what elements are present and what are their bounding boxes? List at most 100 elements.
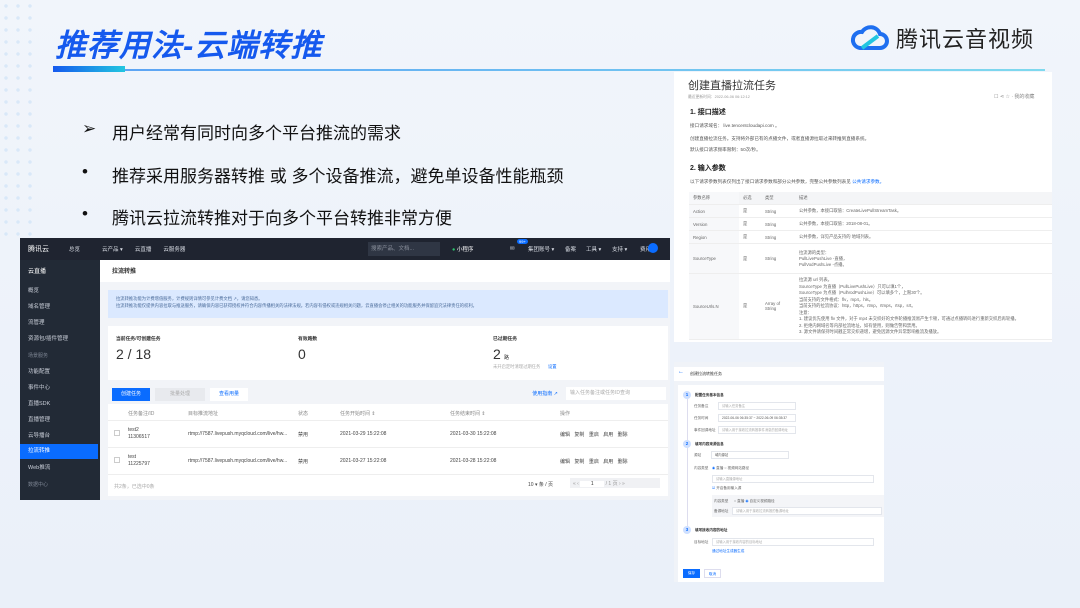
- stat-label: 当前任务/可创建任务: [116, 337, 161, 342]
- title-divider-accent: [53, 66, 125, 72]
- stat-note: 未开启定时清理过期任务: [493, 364, 541, 369]
- api-doc-screenshot: 创建直播拉流任务 最近更新时间：2022-06-06 06:12:12 ☐ ⋖ …: [674, 72, 1052, 342]
- column-header: 操作: [560, 411, 571, 417]
- sidebar-item[interactable]: 云导播台: [28, 431, 50, 439]
- row-checkbox[interactable]: [114, 430, 120, 436]
- column-header: 任务备注/ID: [128, 411, 155, 417]
- form-title: 创建拉流转推任务: [690, 371, 722, 376]
- table-row: Action 是 String 公共参数，本接口取值：CreateLivePullSt…: [689, 204, 1052, 218]
- sidebar-item[interactable]: 概览: [28, 286, 39, 294]
- nav-account[interactable]: 集团账号 ▾: [528, 245, 554, 253]
- console-screenshot: 腾讯云 总览 云产品 ▾ 云直播 云服务器 搜索产品、文档... ● 小程序 9…: [20, 238, 670, 500]
- sidebar-item[interactable]: 直播管理: [28, 415, 50, 423]
- avatar[interactable]: [648, 243, 658, 253]
- stat-value: 0: [298, 346, 306, 362]
- address-generator-link[interactable]: 通过地址生成器生成: [712, 549, 744, 554]
- task-search-input[interactable]: 输入任务备注或任务ID查询: [566, 387, 666, 400]
- sidebar-item[interactable]: 直播SDK: [28, 399, 50, 407]
- sidebar-item[interactable]: 流管理: [28, 318, 45, 326]
- settings-link[interactable]: 设置: [548, 364, 557, 370]
- nav-cvm[interactable]: 云服务器: [163, 245, 185, 253]
- guide-link[interactable]: 使用指南 ↗: [530, 388, 560, 401]
- backup-checkbox[interactable]: ☑ 开启备用输入源: [712, 486, 741, 491]
- brand-logo: 腾讯云音视频: [850, 22, 1034, 54]
- stat-label: 已过期任务: [493, 337, 517, 342]
- message-badge: 99+: [517, 239, 528, 244]
- row-checkbox[interactable]: [114, 457, 120, 463]
- bullet-1: ➢ 用户经常有同时向多个平台推流的需求: [82, 119, 401, 143]
- stat-unit: 路: [504, 355, 510, 361]
- doc-title: 创建直播拉流任务: [688, 80, 776, 92]
- cancel-button[interactable]: 取消: [704, 569, 721, 578]
- page-size-select[interactable]: 10 ▾ 条 / 页: [528, 481, 553, 488]
- target-addr-input[interactable]: 请输入用于接收内容的目标地址: [712, 538, 874, 546]
- nav-home[interactable]: 总览: [69, 245, 80, 253]
- slide-title: 推荐用法-云端转推: [55, 28, 323, 63]
- stat-label: 有效路数: [298, 337, 318, 342]
- sidebar-item[interactable]: 功能配置: [28, 367, 50, 375]
- sidebar-item-active[interactable]: 拉流转推: [20, 444, 98, 459]
- doc-updated: 最近更新时间：2022-06-06 06:12:12: [688, 95, 750, 99]
- nav-mini[interactable]: ● 小程序: [452, 245, 473, 253]
- content-type-radio-2[interactable]: ○ 直播 ◉ 自定义视频路径: [734, 499, 775, 504]
- sidebar-item[interactable]: 域名管理: [28, 302, 50, 310]
- table-row: test2 11306517 rtmp://7587.livepush.myqc…: [108, 420, 668, 447]
- nav-products[interactable]: 云产品 ▾: [102, 245, 123, 253]
- sidebar: 云直播 概览 域名管理 流管理 资源包/插件管理 场景服务 功能配置 事件中心 …: [20, 260, 100, 500]
- nav-search[interactable]: 搜索产品、文档...: [368, 242, 440, 256]
- nav-record[interactable]: 备案: [565, 245, 576, 253]
- bullet-2: • 推荐采用服务器转推 或 多个设备推流，避免单设备性能瓶颈: [82, 162, 564, 186]
- stats-card: 当前任务/可创建任务 2 / 18 有效路数 0 已过期任务 2 路 未开启定时…: [108, 326, 668, 380]
- back-icon[interactable]: ←: [678, 369, 684, 375]
- status-badge: 禁用: [298, 459, 309, 465]
- sidebar-title: 云直播: [28, 269, 47, 275]
- callback-input[interactable]: 请输入用于接收拉流转推事件消息的回调地址: [718, 426, 796, 434]
- submit-button[interactable]: 保存: [683, 569, 700, 578]
- table-row: test 11225797 rtmp://7587.livepush.myqcl…: [108, 447, 668, 474]
- time-range-input[interactable]: 2022-06-06 06:35:37 ~ 2022-06-09 06:35:3…: [718, 414, 796, 422]
- console-brand: 腾讯云: [28, 246, 49, 253]
- title-divider: [53, 69, 1045, 71]
- source-url-input[interactable]: 请输入直播源地址: [712, 475, 874, 483]
- pagination[interactable]: « ‹ 1 / 1 页 › »: [570, 478, 660, 488]
- view-usage-button[interactable]: 查看用量: [210, 388, 248, 401]
- stat-value: 2 / 18: [116, 346, 152, 362]
- sidebar-item[interactable]: 资源包/插件管理: [28, 334, 68, 342]
- decorative-dots: [0, 0, 40, 240]
- doc-actions[interactable]: ☐ ⋖ ☆ · 我的收藏: [994, 93, 1034, 100]
- mail-icon[interactable]: ✉: [510, 246, 515, 252]
- sidebar-item[interactable]: 事件中心: [28, 383, 50, 391]
- source-select[interactable]: 域内源站: [711, 451, 789, 459]
- bullet-3: • 腾讯云拉流转推对于向多个平台转推非常方便: [82, 204, 452, 228]
- create-task-form-screenshot: ← 创建拉流转推任务 1 配置任务基本信息 任务备注 请输入任务备注 任务时间 202…: [674, 362, 884, 582]
- table-footer: 共2条，已选中0条 10 ▾ 条 / 页 « ‹ 1 / 1 页 › »: [108, 474, 668, 496]
- main-content: 拉流转推 拉流转推功能为计费增值服务，计费规则详情可参见计费文档 ↗，请您知悉。…: [100, 260, 670, 500]
- miniprogram-icon: ●: [452, 247, 456, 253]
- table-row: Version 是 String 公共参数，本接口取值：2018-08-01。: [689, 217, 1052, 231]
- stat-value: 2: [493, 346, 501, 362]
- row-actions[interactable]: 编辑 复制 重启 启用 删除: [560, 431, 628, 438]
- notice-banner: 拉流转推功能为计费增值服务，计费规则详情可参见计费文档 ↗，请您知悉。 拉流转推功…: [108, 290, 668, 318]
- top-nav: 腾讯云 总览 云产品 ▾ 云直播 云服务器 搜索产品、文档... ● 小程序 9…: [20, 238, 670, 260]
- sidebar-item[interactable]: Web推流: [28, 463, 50, 471]
- table-row: SourceType 是 String 拉流源的类型： PullLivePushLive…: [689, 243, 1052, 274]
- nav-support[interactable]: 支持 ▾: [612, 245, 627, 253]
- table-row: Region 是 String 公共参数，详见产品支持的 地域列表。: [689, 230, 1052, 244]
- status-badge: 禁用: [298, 432, 309, 438]
- nav-live[interactable]: 云直播: [135, 245, 152, 253]
- backup-addr-input[interactable]: 请输入用于接收拉流转推的备源地址: [732, 507, 882, 515]
- params-table: 参数名称 必选 类型 描述 Action 是 String 公共参数，本接口取值：Creat…: [689, 192, 1052, 340]
- sidebar-group: 场景服务: [28, 353, 49, 359]
- sidebar-group: 数据中心: [28, 482, 49, 488]
- batch-select[interactable]: 批量处理: [155, 388, 205, 401]
- column-header: 任务结束时间 ⇕: [450, 411, 486, 417]
- create-task-button[interactable]: 创建任务: [112, 388, 150, 401]
- nav-tools[interactable]: 工具 ▾: [586, 245, 601, 253]
- content-type-radio[interactable]: ◉ 直播 ○ 视频网站路径: [712, 466, 749, 471]
- note-input[interactable]: 请输入任务备注: [718, 402, 796, 410]
- public-params-link[interactable]: 公共请求参数。: [852, 179, 884, 184]
- page-title: 拉流转推: [100, 260, 670, 282]
- table-row: SourceUrls.N 是 Array of String 拉流源 url 列表。 S…: [689, 273, 1052, 340]
- row-actions[interactable]: 编辑 复制 重启 启用 删除: [560, 458, 628, 465]
- column-header: 目标推流地址: [188, 411, 219, 417]
